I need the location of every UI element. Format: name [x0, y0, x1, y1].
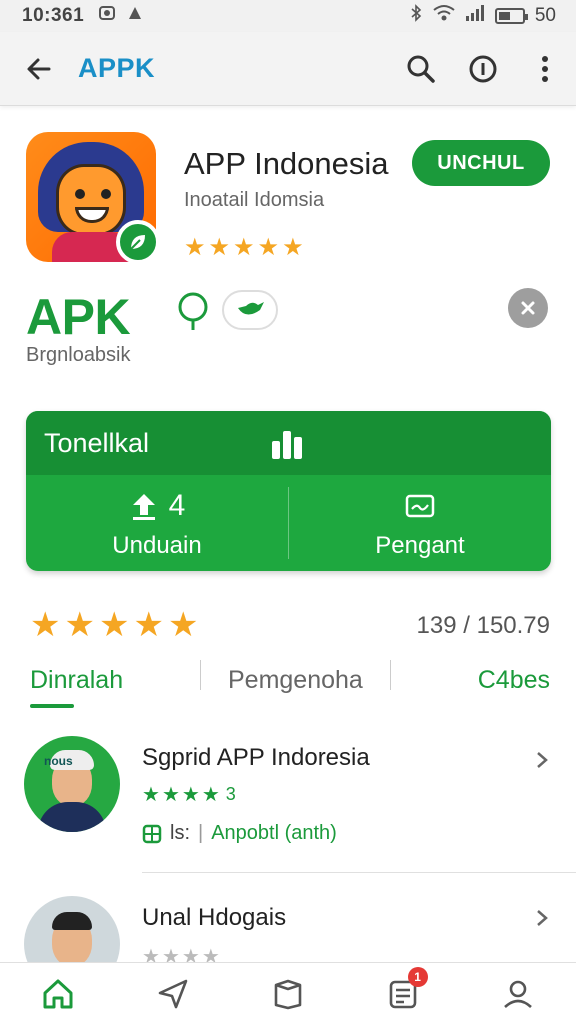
signal-icon	[465, 4, 485, 28]
image-icon	[405, 494, 435, 518]
app-notification-icon	[126, 4, 144, 28]
star-icon: ★	[161, 784, 180, 806]
list-item[interactable]: Unal Hdogais ★ ★ ★ ★	[0, 896, 576, 962]
star-icon: ★	[64, 606, 95, 644]
downloads-cell[interactable]: 4 Unduain	[26, 475, 288, 571]
bird-icon	[238, 302, 264, 315]
avatar: nous	[24, 736, 120, 832]
nav-explore[interactable]	[115, 963, 230, 1024]
search-icon	[407, 55, 435, 83]
star-icon: ★	[30, 606, 61, 644]
battery-level	[498, 12, 510, 20]
tab-divider	[390, 660, 391, 690]
star-icon: ★	[161, 946, 180, 962]
nav-home[interactable]	[0, 963, 115, 1024]
tab-c4bes[interactable]: C4bes	[478, 652, 550, 708]
star-icon: ★	[98, 606, 130, 644]
app-bar-title: APPK	[78, 53, 156, 83]
tab-dinralah[interactable]: Dinralah	[30, 652, 123, 708]
star-icon: ★	[167, 606, 199, 644]
star-icon: ★	[257, 234, 280, 261]
bottom-nav: 1	[0, 962, 576, 1024]
nav-profile[interactable]	[461, 963, 576, 1024]
status-time: 10:361	[22, 5, 85, 26]
chevron-right-icon	[537, 910, 548, 926]
star-icon: ★	[233, 234, 255, 261]
nav-news[interactable]: 1	[346, 963, 461, 1024]
app-name: APP Indonesia	[184, 146, 389, 181]
list-divider	[142, 872, 576, 873]
list-item-title: Sgprid APP Indoresia	[142, 744, 370, 771]
avatar-label: nous	[44, 754, 73, 768]
bluetooth-icon	[409, 4, 423, 28]
star-icon: ★	[133, 606, 164, 644]
info-button[interactable]	[452, 32, 514, 106]
stats-card: Tonellkal 4 Unduain Pengant	[26, 411, 551, 571]
share-chip[interactable]	[222, 290, 278, 330]
notification-badge: 1	[407, 967, 428, 987]
list-item-meta-right: Anpobtl (anth)	[211, 822, 337, 844]
chevron-right-icon	[537, 752, 548, 768]
install-button[interactable]: UNCHUL	[412, 140, 550, 186]
app-rating-stars: ★ ★ ★ ★ ★	[184, 236, 304, 260]
grid-icon	[142, 824, 162, 843]
tab-divider	[200, 660, 201, 690]
list-item-rating-number: 3	[225, 784, 236, 804]
rating-stars: ★ ★ ★ ★ ★	[30, 608, 198, 642]
app-bar: APPK	[0, 32, 576, 106]
info-icon	[469, 55, 497, 82]
settings-label: Pengant	[375, 532, 465, 559]
star-icon: ★	[201, 784, 220, 806]
star-icon: ★	[282, 234, 304, 261]
wifi-icon	[433, 4, 455, 28]
rating-count: 139 / 150.79	[416, 612, 550, 639]
list-item[interactable]: nous Sgprid APP Indoresia ★ ★ ★ ★ 3 ls: | An…	[0, 736, 576, 856]
star-icon: ★	[181, 784, 200, 806]
library-icon	[274, 979, 302, 1009]
explore-icon	[158, 979, 188, 1008]
more-vert-icon	[542, 55, 548, 82]
back-button[interactable]	[0, 32, 78, 106]
list-item-title: Unal Hdogais	[142, 904, 287, 931]
downloads-value: 4	[168, 489, 186, 522]
star-icon: ★	[181, 946, 200, 962]
star-icon: ★	[142, 784, 160, 806]
chart-bars-icon	[272, 431, 302, 459]
developer-name[interactable]: Inoatail Idomsia	[184, 189, 324, 212]
close-icon	[521, 301, 535, 315]
star-icon: ★	[201, 946, 220, 962]
back-arrow-icon	[27, 58, 51, 79]
leaf-badge-icon	[116, 220, 160, 264]
brand-subtitle: Brgnloabsik	[26, 344, 131, 366]
stats-card-title: Tonellkal	[44, 427, 150, 458]
camera-icon	[98, 4, 116, 28]
list-item-stars: ★ ★ ★ ★	[142, 944, 220, 962]
avatar	[24, 896, 120, 962]
tab-pemgenoha[interactable]: Pemgenoha	[228, 652, 363, 708]
close-button[interactable]	[508, 288, 548, 328]
stats-card-header: Tonellkal	[26, 411, 551, 475]
nav-library[interactable]	[230, 963, 345, 1024]
more-options-button[interactable]	[514, 32, 576, 106]
list-item-meta-left: ls:	[170, 822, 190, 844]
star-icon: ★	[208, 234, 231, 261]
brand-title: APK	[26, 289, 131, 345]
star-icon: ★	[142, 946, 160, 962]
list-item-meta: ls: | Anpobtl (anth)	[142, 822, 337, 845]
battery-icon	[494, 8, 528, 24]
search-button[interactable]	[390, 32, 452, 106]
list-item-stars: ★ ★ ★ ★ 3	[142, 782, 236, 807]
profile-icon	[504, 980, 533, 1008]
pin-icon[interactable]	[176, 292, 210, 332]
home-icon	[43, 979, 73, 1008]
settings-cell[interactable]: Pengant	[289, 475, 551, 571]
downloads-label: Unduain	[112, 532, 202, 559]
star-icon: ★	[184, 234, 206, 261]
tab-bar: Dinralah Pemgenoha C4bes	[0, 652, 576, 708]
status-bar: 10:361 50	[0, 0, 576, 32]
battery-text: 50	[534, 5, 556, 26]
upload-icon	[132, 494, 155, 520]
